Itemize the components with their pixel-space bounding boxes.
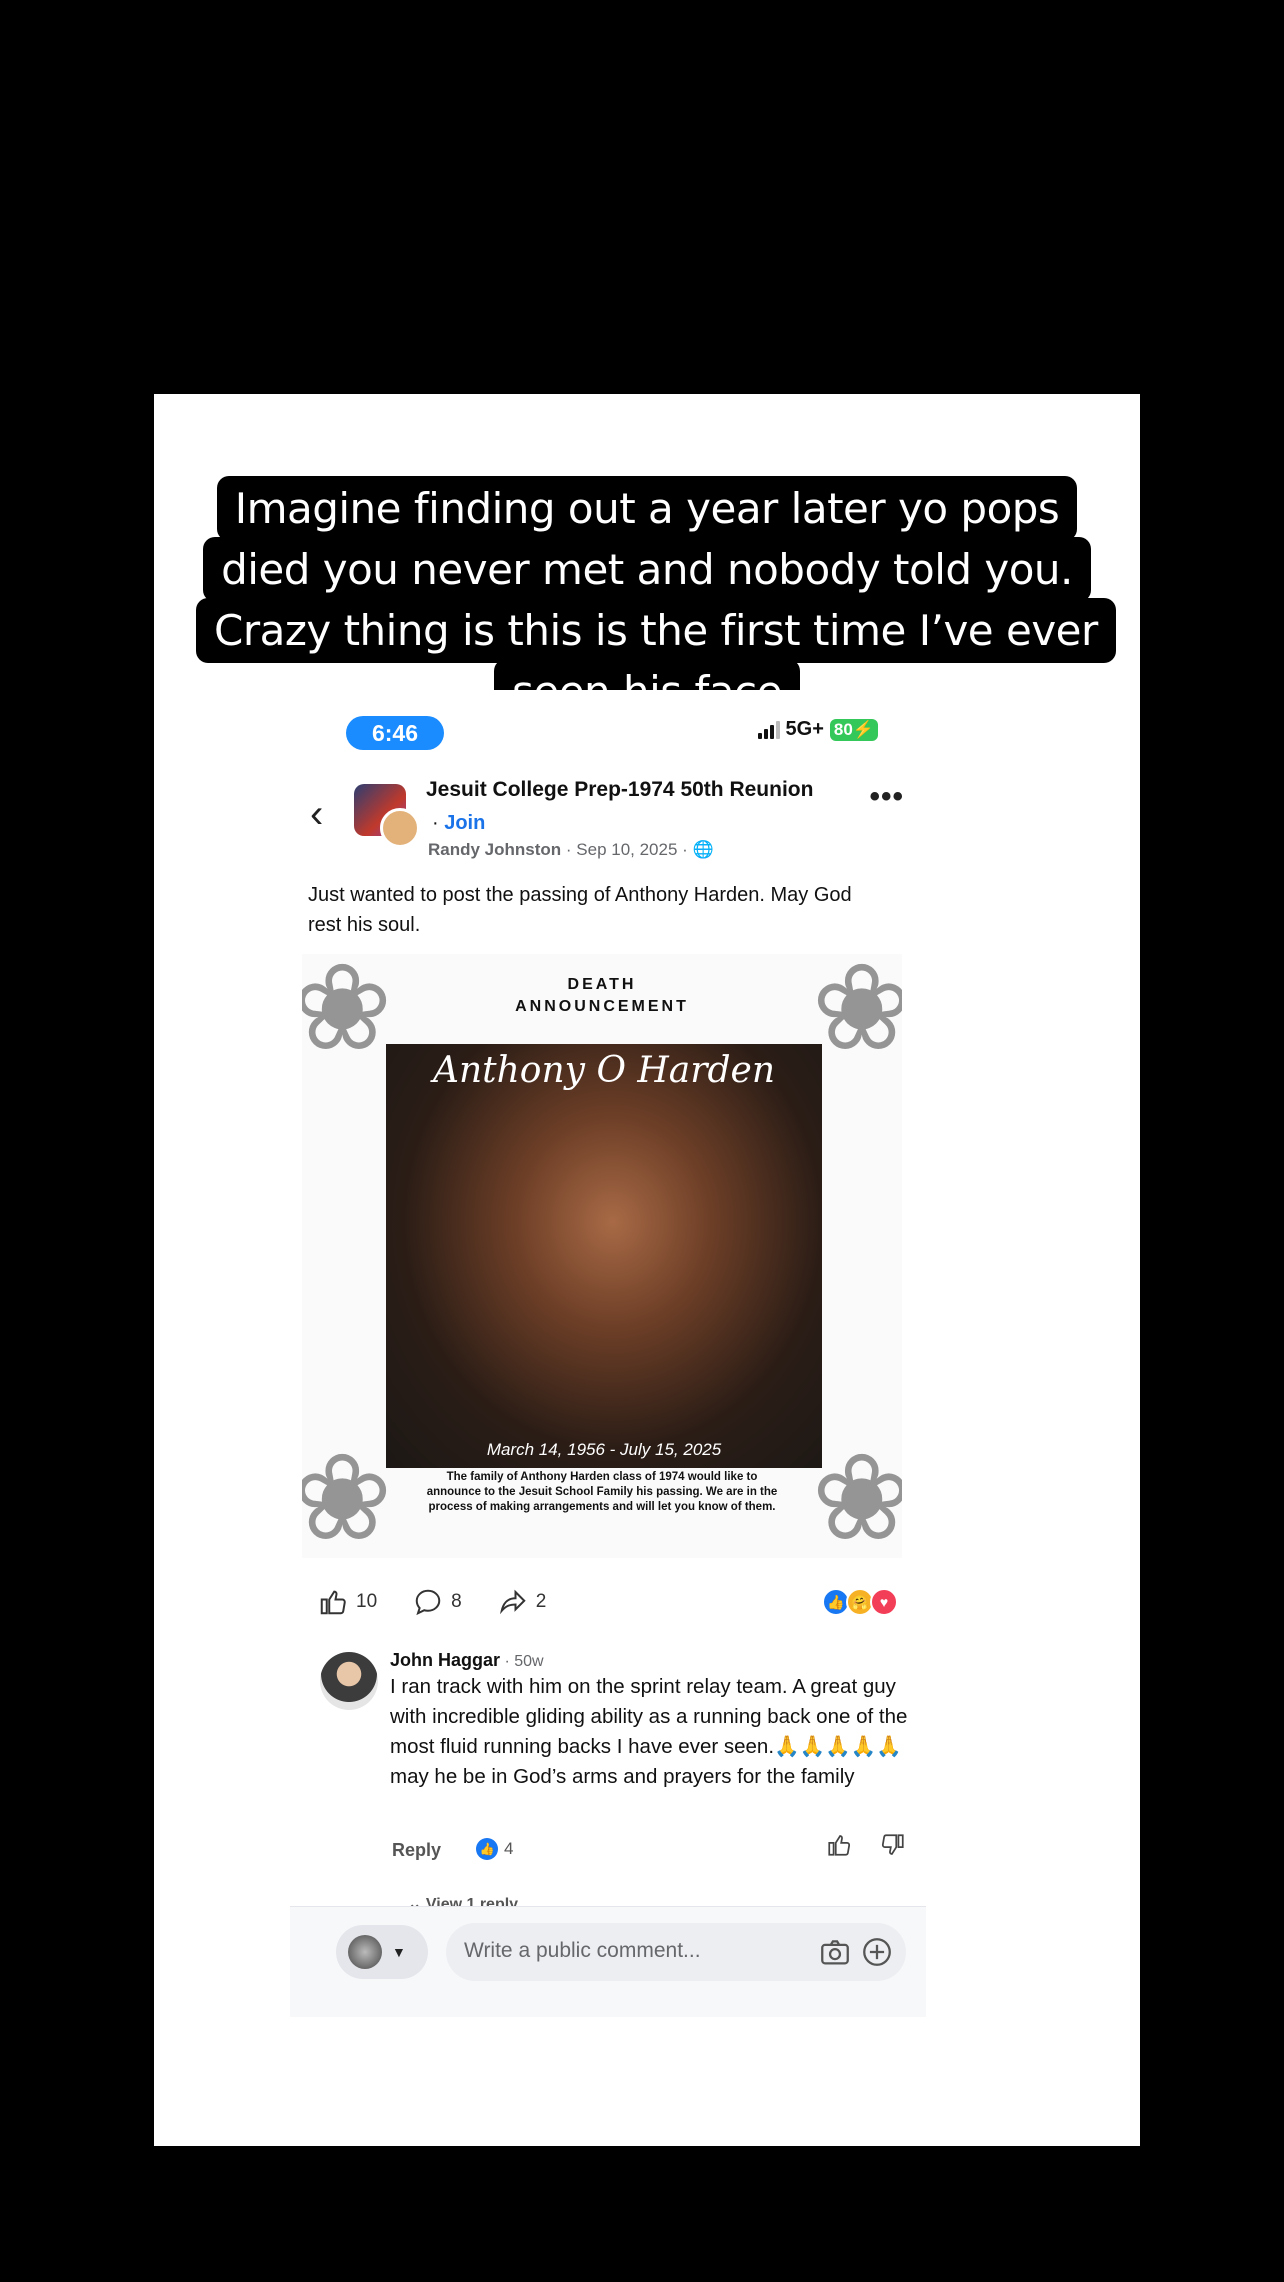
post-author[interactable]: Randy Johnston xyxy=(428,840,561,859)
reply-button[interactable]: Reply xyxy=(392,1840,441,1861)
floral-ornament-icon: ❀ xyxy=(302,1431,393,1558)
life-dates: March 14, 1956 - July 15, 2025 xyxy=(486,1440,722,1459)
signal-icon xyxy=(757,720,780,739)
identity-switcher[interactable]: ▼ xyxy=(336,1925,428,1979)
join-row: · Join xyxy=(432,812,486,834)
share-icon xyxy=(499,1589,526,1615)
my-avatar xyxy=(348,1935,382,1969)
comment-input[interactable]: Write a public comment... xyxy=(446,1923,906,1981)
facebook-screenshot: 6:46 5G+ 80⚡ ‹ Jesuit College Prep-1974 … xyxy=(290,690,926,2036)
share-button[interactable]: 2 xyxy=(498,1587,546,1617)
comment-vote xyxy=(826,1832,906,1858)
commenter-name[interactable]: John Haggar xyxy=(390,1650,500,1670)
comment-button[interactable]: 8 xyxy=(413,1587,462,1617)
comment-text: I ran track with him on the sprint relay… xyxy=(390,1675,908,1788)
floral-ornament-icon: ❀ xyxy=(811,954,902,1075)
floral-ornament-icon: ❀ xyxy=(302,954,393,1075)
floral-ornament-icon: ❀ xyxy=(811,1431,902,1558)
camera-icon[interactable] xyxy=(818,1935,852,1969)
post-actions: 10 8 2 👍 🤗 ♥ xyxy=(318,1584,898,1620)
status-indicators: 5G+ 80⚡ xyxy=(757,718,878,741)
like-button[interactable]: 10 xyxy=(318,1587,377,1617)
caption-text: Imagine finding out a year later yo pops… xyxy=(196,476,1116,724)
death-announcement-image[interactable]: ❀ ❀ ❀ ❀ DEATH ANNOUNCEMENT Anthony O Har… xyxy=(302,954,902,1558)
deceased-name: Anthony O Harden xyxy=(432,1050,776,1091)
announcement-heading: DEATH ANNOUNCEMENT xyxy=(515,976,689,1015)
downvote-icon[interactable] xyxy=(880,1832,906,1858)
comment-composer: ▼ Write a public comment... xyxy=(290,1906,926,2017)
back-arrow-icon[interactable]: ‹ xyxy=(310,794,323,834)
commenter-avatar[interactable] xyxy=(320,1652,378,1710)
join-link[interactable]: Join xyxy=(444,812,485,834)
post-text: Just wanted to post the passing of Antho… xyxy=(308,884,852,936)
group-name[interactable]: Jesuit College Prep-1974 50th Reunion xyxy=(426,778,813,802)
status-time: 6:46 xyxy=(346,716,444,750)
love-reaction-icon: ♥ xyxy=(870,1588,898,1616)
add-icon[interactable] xyxy=(860,1935,894,1969)
author-avatar[interactable] xyxy=(380,808,420,848)
family-note: The family of Anthony Harden class of 19… xyxy=(426,1471,778,1513)
like-reaction-icon: 👍 xyxy=(476,1838,498,1860)
comment-like-count[interactable]: 👍 4 xyxy=(476,1838,513,1860)
more-options-icon[interactable]: ••• xyxy=(869,780,904,814)
story-caption: Imagine finding out a year later yo pops… xyxy=(196,476,1116,724)
comment-icon xyxy=(415,1589,441,1616)
caret-down-icon: ▼ xyxy=(392,1944,406,1960)
battery-icon: 80⚡ xyxy=(829,718,878,741)
network-label: 5G+ xyxy=(785,718,824,740)
comment-header: John Haggar · 50w xyxy=(390,1650,544,1671)
comment-age: · 50w xyxy=(500,1653,544,1670)
like-icon xyxy=(320,1590,346,1615)
reaction-summary[interactable]: 👍 🤗 ♥ xyxy=(822,1588,898,1616)
portrait-photo: Anthony O Harden March 14, 1956 - July 1… xyxy=(386,1044,822,1468)
globe-icon: 🌐 xyxy=(692,840,714,859)
post-date: · Sep 10, 2025 · xyxy=(561,840,693,859)
upvote-icon[interactable] xyxy=(826,1832,852,1858)
post-meta: Randy Johnston · Sep 10, 2025 · 🌐 xyxy=(428,840,714,860)
comment-placeholder: Write a public comment... xyxy=(464,1939,701,1962)
